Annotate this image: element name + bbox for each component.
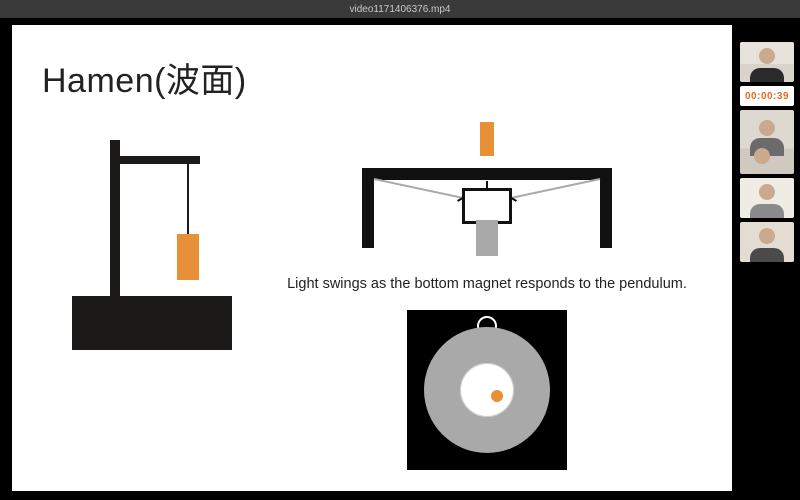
disc-marker (489, 388, 505, 404)
apparatus-wire-right (512, 178, 600, 199)
avatar-head-icon (759, 184, 775, 200)
pendulum-bob (177, 234, 199, 280)
avatar-head-icon (754, 148, 770, 164)
avatar-body-icon (750, 68, 784, 82)
disc-inner (460, 363, 514, 417)
recording-timer: 00:00:39 (740, 86, 794, 106)
participant-thumbnail[interactable] (740, 222, 794, 262)
diagram-top-view (407, 310, 567, 470)
participant-thumbnail[interactable] (740, 42, 794, 82)
right-column: Light swings as the bottom magnet respon… (272, 140, 702, 470)
apparatus-top-magnet (480, 122, 494, 156)
diagram-apparatus (337, 140, 637, 270)
pendulum-string (187, 164, 189, 234)
apparatus-bar (362, 168, 612, 180)
pendulum-base (72, 296, 232, 350)
apparatus-light (476, 220, 498, 256)
stage: Hamen(波面) (0, 18, 800, 500)
avatar-head-icon (759, 120, 775, 136)
apparatus-frame (462, 188, 512, 224)
participant-thumbnail[interactable] (740, 110, 794, 174)
apparatus-wire-left (374, 178, 462, 199)
avatar-body-icon (750, 248, 784, 262)
apparatus-leg-left (362, 168, 374, 248)
slide-caption: Light swings as the bottom magnet respon… (287, 276, 687, 292)
slide-title: Hamen(波面) (42, 53, 702, 102)
video-filename: video1171406376.mp4 (349, 4, 450, 15)
slide-body: Light swings as the bottom magnet respon… (42, 140, 702, 470)
avatar-head-icon (759, 48, 775, 64)
participant-thumbnail[interactable] (740, 178, 794, 218)
diagram-pendulum-stand (72, 140, 252, 350)
spark-icon (486, 181, 488, 189)
avatar-body-icon (750, 204, 784, 218)
participants-panel: 00:00:39 (740, 42, 794, 262)
presentation-slide: Hamen(波面) (12, 25, 732, 491)
apparatus-leg-right (600, 168, 612, 248)
pendulum-crossbar (110, 156, 200, 164)
window-titlebar: video1171406376.mp4 (0, 0, 800, 18)
avatar-head-icon (759, 228, 775, 244)
